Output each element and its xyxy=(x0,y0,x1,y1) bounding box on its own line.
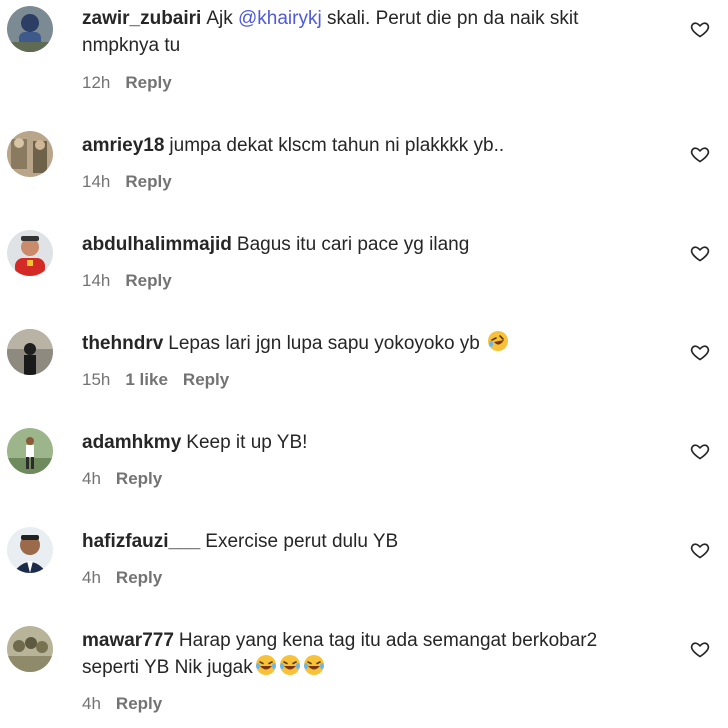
heart-outline-icon[interactable] xyxy=(690,144,710,164)
comment-text: mawar777 Harap yang kena tag itu ada sema… xyxy=(82,627,652,681)
comment-time: 4h xyxy=(82,568,101,587)
avatar[interactable] xyxy=(7,131,53,177)
comment-time: 4h xyxy=(82,694,101,713)
mention-link[interactable]: @khairykj xyxy=(238,8,322,29)
avatar[interactable] xyxy=(7,626,53,672)
comment-meta: 15h 1 like Reply xyxy=(82,369,229,391)
comment-meta: 4h Reply xyxy=(82,693,162,715)
heart-outline-icon[interactable] xyxy=(690,243,710,263)
reply-button[interactable]: Reply xyxy=(116,568,162,587)
comment-text-part: Ajk xyxy=(206,8,239,29)
comment-text: hafizfauzi___ Exercise perut dulu YB xyxy=(82,528,652,555)
tears-of-joy-emoji xyxy=(279,655,300,675)
comment-text: amriey18 jumpa dekat klscm tahun ni plakk… xyxy=(82,132,652,159)
comment-username[interactable]: amriey18 xyxy=(82,135,164,156)
reply-button[interactable]: Reply xyxy=(125,172,171,191)
comment-username[interactable]: mawar777 xyxy=(82,630,174,651)
comment-username[interactable]: hafizfauzi___ xyxy=(82,531,200,552)
avatar[interactable] xyxy=(7,527,53,573)
reply-button[interactable]: Reply xyxy=(183,370,229,389)
heart-outline-icon[interactable] xyxy=(690,540,710,560)
heart-outline-icon[interactable] xyxy=(690,639,710,659)
avatar[interactable] xyxy=(7,329,53,375)
rofl-emoji xyxy=(488,331,509,351)
heart-outline-icon[interactable] xyxy=(690,441,710,461)
comment-text: abdulhalimmajid Bagus itu cari pace yg il… xyxy=(82,231,652,258)
heart-outline-icon[interactable] xyxy=(690,19,710,39)
comment-username[interactable]: abdulhalimmajid xyxy=(82,234,232,255)
comment-text: adamhkmy Keep it up YB! xyxy=(82,429,652,456)
comment-text-part: Exercise perut dulu YB xyxy=(205,531,399,552)
avatar[interactable] xyxy=(7,428,53,474)
comment-text: zawir_zubairi Ajk @khairykj skali. Perut … xyxy=(82,5,652,59)
avatar[interactable] xyxy=(7,230,53,276)
avatar[interactable] xyxy=(7,6,53,52)
comment-time: 14h xyxy=(82,271,111,290)
comment-time: 4h xyxy=(82,469,101,488)
comment-meta: 4h Reply xyxy=(82,468,162,490)
comment-username[interactable]: zawir_zubairi xyxy=(82,8,201,29)
comment-username[interactable]: adamhkmy xyxy=(82,432,181,453)
comment-text: thehndrv Lepas lari jgn lupa sapu yokoyok… xyxy=(82,330,652,357)
reply-button[interactable]: Reply xyxy=(116,694,162,713)
comment-meta: 4h Reply xyxy=(82,567,162,589)
comment-time: 14h xyxy=(82,172,111,191)
comment-time: 15h xyxy=(82,370,111,389)
comment-text-part: Lepas lari jgn lupa sapu yokoyoko yb xyxy=(168,333,480,354)
reply-button[interactable]: Reply xyxy=(125,73,171,92)
comment-username[interactable]: thehndrv xyxy=(82,333,163,354)
comment-text-part: jumpa dekat klscm tahun ni plakkkk yb.. xyxy=(169,135,505,156)
heart-outline-icon[interactable] xyxy=(690,342,710,362)
comment-text-part: Bagus itu cari pace yg ilang xyxy=(236,234,470,255)
tears-of-joy-emoji xyxy=(303,655,324,675)
tears-of-joy-emoji xyxy=(255,655,276,675)
comment-text-part: Keep it up YB! xyxy=(186,432,308,453)
reply-button[interactable]: Reply xyxy=(116,469,162,488)
reply-button[interactable]: Reply xyxy=(125,271,171,290)
comment-time: 12h xyxy=(82,73,111,92)
comment-meta: 14h Reply xyxy=(82,171,172,193)
comment-meta: 12h Reply xyxy=(82,72,172,94)
likes-count[interactable]: 1 like xyxy=(125,370,168,389)
comment-meta: 14h Reply xyxy=(82,270,172,292)
